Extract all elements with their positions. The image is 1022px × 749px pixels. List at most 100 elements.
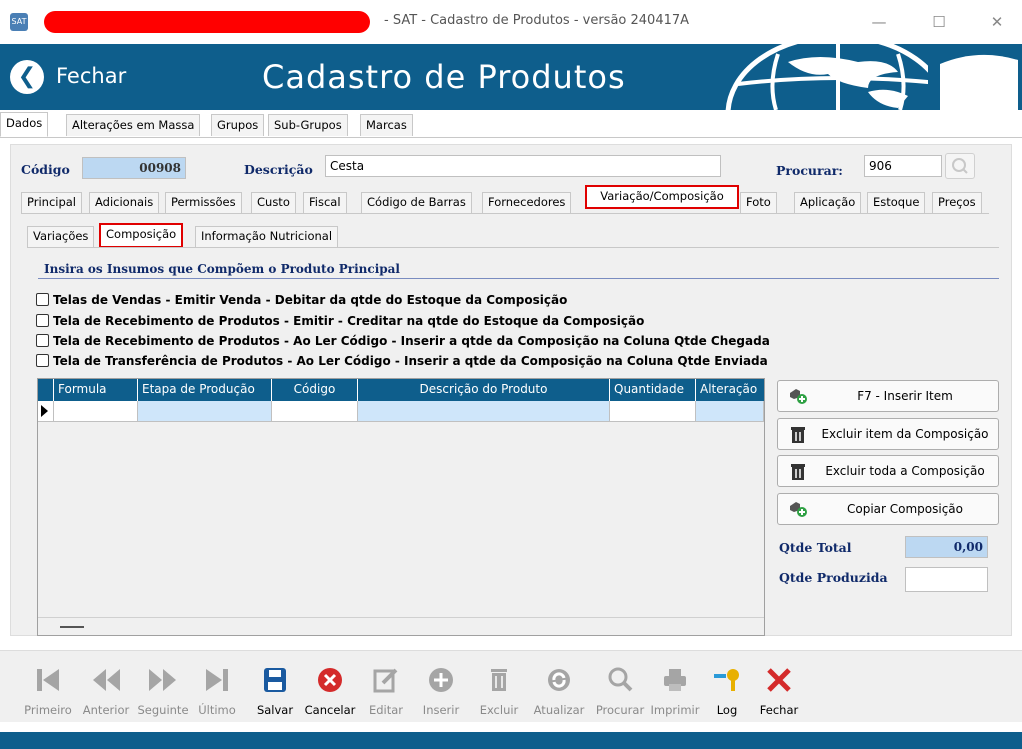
insert-button[interactable]: Inserir	[416, 651, 466, 723]
tab-estoque[interactable]: Estoque	[867, 192, 926, 213]
page-title: Cadastro de Produtos	[262, 58, 626, 96]
checkbox[interactable]	[36, 314, 49, 327]
qtde-produzida-field[interactable]	[905, 567, 988, 592]
trash-icon	[491, 669, 507, 691]
close-x-icon	[767, 668, 791, 692]
grid-header-descricao[interactable]: Descrição do Produto	[358, 379, 610, 401]
tab-principal[interactable]: Principal	[21, 192, 83, 213]
tab-adicionais[interactable]: Adicionais	[89, 192, 160, 213]
minimize-button[interactable]: —	[857, 8, 901, 36]
codigo-field[interactable]: 00908	[82, 157, 186, 179]
subtab-composicao[interactable]: Composição	[99, 223, 184, 248]
trash-icon	[791, 427, 805, 443]
grid-cell-alteracao[interactable]	[696, 401, 764, 422]
grid-cell-quantidade[interactable]	[610, 401, 696, 422]
grid-cell-codigo[interactable]	[272, 401, 358, 422]
refresh-icon	[548, 669, 570, 691]
previous-button[interactable]: Anterior	[78, 651, 134, 723]
cancel-button[interactable]: Cancelar	[300, 651, 360, 723]
tab-foto[interactable]: Foto	[740, 192, 777, 213]
descricao-field[interactable]: Cesta	[325, 155, 721, 177]
last-record-icon	[206, 669, 228, 691]
checkbox-row-recebimento-emitir[interactable]: Tela de Recebimento de Produtos - Emitir…	[36, 313, 644, 330]
checkbox-row-vendas[interactable]: Telas de Vendas - Emitir Venda - Debitar…	[36, 292, 567, 309]
grid-cell-etapa[interactable]	[138, 401, 272, 422]
checkbox[interactable]	[36, 354, 49, 367]
print-button[interactable]: Imprimir	[648, 651, 702, 723]
grid-header-etapa[interactable]: Etapa de Produção	[138, 379, 272, 401]
next-button[interactable]: Seguinte	[136, 651, 190, 723]
checkbox[interactable]	[36, 334, 49, 347]
subtab-informacao-nutricional[interactable]: Informação Nutricional	[195, 226, 339, 247]
delete-label: Excluir	[479, 703, 519, 717]
delete-all-button[interactable]: Excluir toda a Composição	[777, 455, 999, 487]
grid-header-codigo[interactable]: Código	[272, 379, 358, 401]
tab-aplicacao[interactable]: Aplicação	[794, 192, 862, 213]
insert-item-button[interactable]: F7 - Inserir Item	[777, 380, 999, 412]
close-label: Fechar	[759, 703, 799, 717]
tab-precos[interactable]: Preços	[932, 192, 982, 213]
tab-codigo-de-barras[interactable]: Código de Barras	[361, 192, 472, 213]
menu-tab-dados[interactable]: Dados	[0, 112, 49, 137]
tab-variacao-composicao[interactable]: Variação/Composição	[585, 185, 739, 209]
checkbox-row-transferencia[interactable]: Tela de Transferência de Produtos - Ao L…	[36, 353, 768, 370]
checkbox[interactable]	[36, 293, 49, 306]
grid-footer	[38, 617, 764, 635]
maximize-button[interactable]: ☐	[917, 8, 961, 36]
menu-tab-alteracoes-em-massa[interactable]: Alterações em Massa	[66, 114, 201, 136]
tab-fiscal[interactable]: Fiscal	[303, 192, 347, 213]
search-toolbar-button[interactable]: Procurar	[590, 651, 650, 723]
grid-cell-descricao[interactable]	[358, 401, 610, 422]
log-button[interactable]: Log	[710, 651, 744, 723]
key-icon	[714, 669, 739, 691]
print-label: Imprimir	[650, 703, 700, 717]
copy-composition-label: Copiar Composição	[846, 502, 964, 516]
menu-tab-marcas[interactable]: Marcas	[360, 114, 413, 136]
menu-tab-grupos[interactable]: Grupos	[211, 114, 265, 136]
back-arrow-icon[interactable]: ❮	[10, 60, 44, 94]
section-title: Insira os Insumos que Compõem o Produto …	[44, 262, 400, 276]
first-button[interactable]: Primeiro	[22, 651, 74, 723]
close-button[interactable]: Fechar	[754, 651, 804, 723]
grid-footer-dash	[60, 626, 84, 628]
refresh-button[interactable]: Atualizar	[528, 651, 590, 723]
next-record-icon	[149, 669, 176, 691]
copy-composition-button[interactable]: Copiar Composição	[777, 493, 999, 525]
checkbox-row-recebimento-ler[interactable]: Tela de Recebimento de Produtos - Ao Ler…	[36, 333, 770, 350]
delete-button[interactable]: Excluir	[474, 651, 524, 723]
composition-grid[interactable]: Formula Etapa de Produção Código Descriç…	[37, 378, 765, 636]
insert-label: Inserir	[422, 703, 460, 717]
save-button[interactable]: Salvar	[252, 651, 298, 723]
checkbox-label: Tela de Recebimento de Produtos - Emitir…	[53, 314, 645, 328]
previous-record-icon	[93, 669, 120, 691]
log-label: Log	[716, 703, 738, 717]
cancel-label: Cancelar	[304, 703, 356, 717]
close-header-label[interactable]: Fechar	[56, 64, 126, 88]
delete-item-button[interactable]: Excluir item da Composição	[777, 418, 999, 450]
search-toolbar-label: Procurar	[595, 703, 645, 717]
insert-item-label: F7 - Inserir Item	[857, 389, 953, 403]
section-divider	[38, 278, 999, 279]
tab-custo[interactable]: Custo	[251, 192, 296, 213]
last-button[interactable]: Último	[194, 651, 240, 723]
qtde-total-field: 0,00	[905, 536, 988, 558]
procurar-field[interactable]: 906	[864, 155, 942, 177]
menu-tab-sub-grupos[interactable]: Sub-Grupos	[268, 114, 348, 136]
grid-header-alteracao[interactable]: Alteração	[696, 379, 764, 401]
add-item-icon	[790, 389, 807, 404]
edit-label: Editar	[368, 703, 404, 717]
tab-permissoes[interactable]: Permissões	[165, 192, 242, 213]
edit-button[interactable]: Editar	[364, 651, 408, 723]
procurar-label: Procurar:	[776, 163, 843, 178]
magnifier-icon	[608, 667, 633, 692]
search-button[interactable]	[945, 153, 975, 179]
bottom-toolbar: Primeiro Anterior Seguinte Último Salvar…	[0, 650, 1022, 722]
grid-header-quantidade[interactable]: Quantidade	[610, 379, 696, 401]
delete-all-label: Excluir toda a Composição	[825, 464, 985, 478]
copy-item-icon	[790, 502, 807, 517]
tab-fornecedores[interactable]: Fornecedores	[482, 192, 572, 213]
grid-cell-formula[interactable]	[54, 401, 138, 422]
subtab-variacoes[interactable]: Variações	[27, 226, 95, 247]
grid-header-formula[interactable]: Formula	[54, 379, 138, 401]
close-window-button[interactable]: ✕	[975, 8, 1019, 36]
